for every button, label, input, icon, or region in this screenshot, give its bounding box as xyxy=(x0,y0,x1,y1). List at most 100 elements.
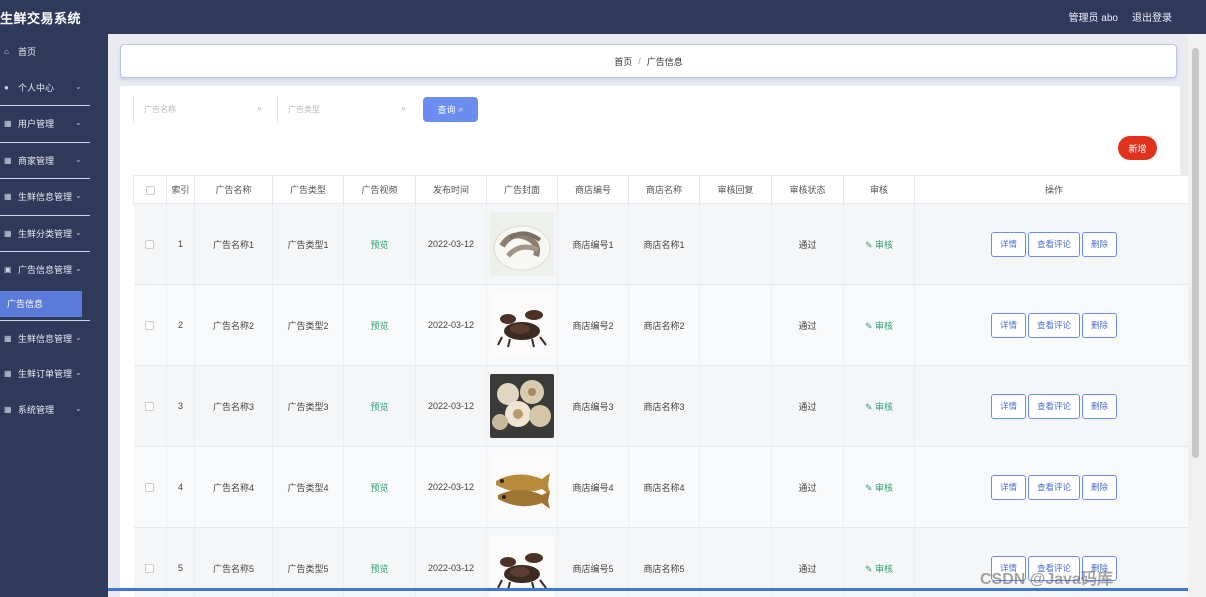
chevron-down-icon: ⌄ xyxy=(75,191,82,200)
breadcrumb: 首页 / 广告信息 xyxy=(120,44,1177,78)
detail-button[interactable]: 详情 xyxy=(990,474,1026,500)
detail-button[interactable]: 详情 xyxy=(990,231,1026,257)
watermark: CSDN @Java码库 xyxy=(980,571,1113,588)
delete-button[interactable]: 删除 xyxy=(1082,474,1118,500)
header-actions: 管理员 abo 退出登录 xyxy=(1069,9,1172,24)
list-icon: ▦ xyxy=(4,333,12,343)
sidebar-item[interactable]: ▦ 生鲜信息管理 ⌄ xyxy=(0,179,108,215)
detail-button[interactable]: 详情 xyxy=(990,312,1026,338)
audit-reply-cell xyxy=(699,527,772,597)
search-icon: ⌕ xyxy=(256,103,262,113)
sidebar-item[interactable]: ▦ 生鲜信息管理 ⌄ xyxy=(0,321,108,357)
chevron-down-icon: ⌄ xyxy=(75,332,82,342)
table-header-row: 索引 广告名称 广告类型 广告视频 发布时间 广告封面 商店编号 商店名称 审核回复 审核状态 审核… xyxy=(133,175,1194,204)
actions-cell: 详情 查看评论 删除 xyxy=(914,446,1194,528)
sidebar-item[interactable]: ● 个人中心 ⌄ xyxy=(0,70,108,106)
select-all-checkbox[interactable] xyxy=(133,175,167,204)
audit-label: 审核 xyxy=(875,320,894,331)
sidebar-item-label: 广告信息管理 xyxy=(18,265,73,276)
list-icon: ▦ xyxy=(4,155,12,165)
checkbox[interactable] xyxy=(145,185,155,195)
audit-label: 审核 xyxy=(875,563,894,574)
audit-label: 审核 xyxy=(875,401,894,412)
video-preview-link[interactable]: 预览 xyxy=(370,402,388,412)
view-comments-button[interactable]: 查看评论 xyxy=(1027,231,1080,257)
actions-cell: 详情 查看评论 删除 xyxy=(914,203,1194,285)
audit-reply-cell xyxy=(699,203,772,285)
sidebar-item[interactable]: ▦ 生鲜分类管理 ⌄ xyxy=(0,216,108,252)
video-cell: 预览 xyxy=(343,527,416,597)
ad-type-cell: 广告类型3 xyxy=(272,365,344,447)
select-cell[interactable] xyxy=(133,446,167,528)
row-checkbox[interactable] xyxy=(145,483,155,493)
logout-link[interactable]: 退出登录 xyxy=(1132,9,1172,24)
sidebar-item[interactable]: ▣ 广告信息管理 ⌄ xyxy=(0,252,108,288)
video-preview-link[interactable]: 预览 xyxy=(370,321,388,331)
row-checkbox[interactable] xyxy=(145,321,155,331)
index-cell: 2 xyxy=(166,284,195,366)
view-comments-button[interactable]: 查看评论 xyxy=(1027,393,1080,419)
query-button[interactable]: 查询 ⌕ xyxy=(423,97,478,122)
row-checkbox[interactable] xyxy=(145,402,155,412)
sidebar-item[interactable]: ⌂ 首页 xyxy=(0,34,108,70)
audit-link[interactable]: ✎ 审核 xyxy=(865,321,893,331)
audit-status-cell: 通过 xyxy=(771,446,844,528)
audit-link[interactable]: ✎ 审核 xyxy=(865,402,893,412)
audit-label: 审核 xyxy=(875,239,894,250)
add-button[interactable]: 新增 xyxy=(1118,136,1157,160)
chevron-down-icon: ⌄ xyxy=(75,264,82,273)
audit-link[interactable]: ✎ 审核 xyxy=(865,483,893,493)
detail-button[interactable]: 详情 xyxy=(990,393,1026,419)
video-preview-link[interactable]: 预览 xyxy=(370,483,388,493)
view-comments-button[interactable]: 查看评论 xyxy=(1027,312,1080,338)
sidebar-item[interactable]: ▦ 用户管理 ⌄ xyxy=(0,106,108,142)
sidebar-item[interactable]: ▦ 系统管理 ⌄ xyxy=(0,392,108,428)
audit-status-cell: 通过 xyxy=(771,284,844,366)
ad-name-cell: 广告名称2 xyxy=(194,284,273,366)
list-icon: ▦ xyxy=(4,369,12,379)
edit-icon: ✎ xyxy=(864,401,876,412)
row-checkbox[interactable] xyxy=(145,564,155,574)
sidebar-item-label: 生鲜分类管理 xyxy=(18,228,73,239)
sidebar-item-label: 生鲜订单管理 xyxy=(18,369,73,380)
breadcrumb-home[interactable]: 首页 xyxy=(614,55,632,68)
delete-button[interactable]: 删除 xyxy=(1082,231,1118,257)
view-comments-button[interactable]: 查看评论 xyxy=(1027,474,1080,500)
column-header: 广告名称 xyxy=(194,175,273,204)
scrollbar[interactable] xyxy=(1188,34,1206,597)
cover-cell xyxy=(486,284,558,366)
ad-name-search-input[interactable]: 广告名称 ⌕ xyxy=(133,96,268,122)
audit-status-cell: 通过 xyxy=(771,203,844,285)
delete-button[interactable]: 删除 xyxy=(1082,312,1118,338)
chevron-down-icon: ⌄ xyxy=(75,403,82,413)
ad-cover-image xyxy=(490,455,554,519)
ad-type-cell: 广告类型2 xyxy=(272,284,344,366)
audit-link[interactable]: ✎ 审核 xyxy=(865,564,893,574)
ad-type-search-input[interactable]: 广告类型 ⌕ xyxy=(277,96,412,122)
shop-number-cell: 商店编号4 xyxy=(557,446,629,528)
select-cell[interactable] xyxy=(133,365,167,447)
ad-cover-image xyxy=(490,212,554,276)
cover-cell xyxy=(486,365,558,447)
edit-icon: ✎ xyxy=(864,482,876,493)
video-preview-link[interactable]: 预览 xyxy=(370,240,388,250)
delete-button[interactable]: 删除 xyxy=(1082,393,1118,419)
breadcrumb-current: 广告信息 xyxy=(646,56,683,67)
video-preview-link[interactable]: 预览 xyxy=(370,564,388,574)
column-header: 广告封面 xyxy=(486,175,558,204)
chevron-down-icon: ⌄ xyxy=(75,81,82,91)
audit-link[interactable]: ✎ 审核 xyxy=(865,240,893,250)
audit-reply-cell xyxy=(699,284,772,366)
ad-type-cell: 广告类型5 xyxy=(272,527,344,597)
select-cell[interactable] xyxy=(133,527,167,597)
scrollbar-thumb[interactable] xyxy=(1192,48,1199,458)
sidebar-subitem-ad-info[interactable]: 广告信息 xyxy=(0,290,82,317)
select-cell[interactable] xyxy=(133,203,167,285)
home-icon: ⌂ xyxy=(4,47,9,57)
select-cell[interactable] xyxy=(133,284,167,366)
sidebar-item[interactable]: ▦ 商家管理 ⌄ xyxy=(0,143,108,179)
shop-name-cell: 商店名称3 xyxy=(628,365,700,447)
row-checkbox[interactable] xyxy=(145,240,155,250)
sidebar-item[interactable]: ▦ 生鲜订单管理 ⌄ xyxy=(0,356,108,392)
list-icon: ▦ xyxy=(4,228,12,238)
